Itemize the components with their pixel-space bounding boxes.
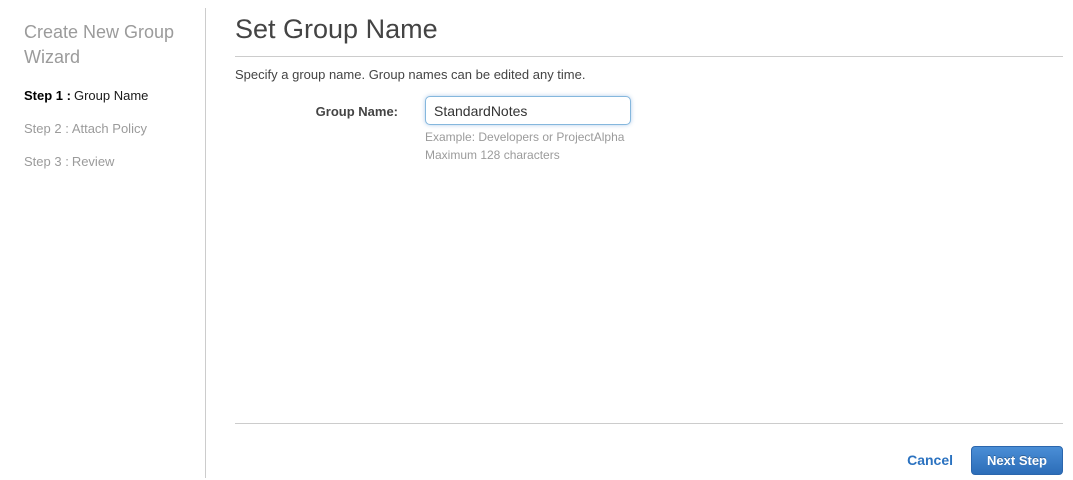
page-description: Specify a group name. Group names can be… [235, 67, 586, 82]
step-1-label: Group Name [73, 88, 149, 103]
cancel-link[interactable]: Cancel [907, 446, 953, 475]
step-3-prefix: Step 3 : [24, 154, 69, 169]
footer-divider [235, 423, 1063, 424]
wizard-title: Create New Group Wizard [24, 22, 175, 67]
sidebar-step-3-review[interactable]: Step 3 : Review [24, 155, 187, 169]
group-name-field-column: Example: Developers or ProjectAlpha Maxi… [425, 96, 631, 164]
sidebar-divider [205, 8, 206, 478]
group-name-example-hint: Example: Developers or ProjectAlpha [425, 130, 625, 144]
step-1-prefix: Step 1 : [24, 88, 71, 103]
sidebar-step-1-group-name[interactable]: Step 1 : Group Name [24, 89, 187, 103]
step-2-label: Attach Policy [71, 121, 147, 136]
wizard-sidebar: Create New Group Wizard Step 1 : Group Na… [0, 0, 205, 480]
step-3-label: Review [71, 154, 115, 169]
group-name-form-row: Group Name: Example: Developers or Proje… [235, 96, 1063, 164]
step-2-prefix: Step 2 : [24, 121, 69, 136]
footer-actions: Cancel Next Step [907, 446, 1063, 475]
group-name-input[interactable] [425, 96, 631, 125]
sidebar-step-2-attach-policy[interactable]: Step 2 : Attach Policy [24, 122, 187, 136]
group-name-label: Group Name: [315, 104, 398, 119]
page-title: Set Group Name [235, 0, 1063, 57]
next-step-button[interactable]: Next Step [971, 446, 1063, 475]
wizard-steps: Step 1 : Group Name Step 2 : Attach Policy… [24, 89, 187, 169]
group-name-maxlength-hint: Maximum 128 characters [425, 148, 560, 162]
wizard-content: Set Group Name Specify a group name. Gro… [235, 0, 1063, 480]
